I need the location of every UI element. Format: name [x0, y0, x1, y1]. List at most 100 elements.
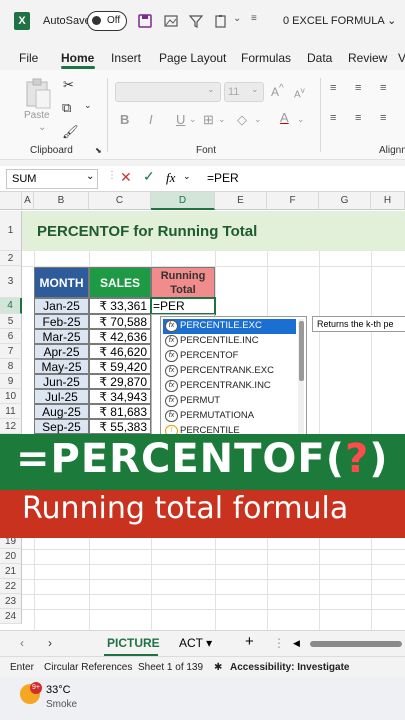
row-header[interactable]: 20	[0, 549, 22, 564]
fill-chevron-icon[interactable]: ⌄	[254, 114, 262, 125]
sheet-tab-picture[interactable]: PICTURE	[107, 636, 160, 650]
autocomplete-item[interactable]: fx PERCENTRANK.EXC	[163, 364, 296, 379]
row-header[interactable]: 11	[0, 404, 22, 419]
save-icon[interactable]	[137, 13, 153, 29]
month-cell[interactable]: Jul-25	[34, 389, 89, 404]
weather-condition[interactable]: Smoke	[46, 699, 77, 710]
formula-autocomplete[interactable]: fx PERCENTILE.EXC fx PERCENTILE.INC fx PERC…	[160, 316, 307, 440]
scroll-left-icon[interactable]: ◀	[293, 638, 300, 649]
row-header[interactable]: 12	[0, 419, 22, 434]
fill-color-icon[interactable]: ◇	[237, 112, 247, 128]
bold-button[interactable]: B	[120, 112, 129, 127]
row-header[interactable]: 22	[0, 579, 22, 594]
tab-file[interactable]: File	[19, 51, 38, 65]
autosave-toggle[interactable]: Off	[87, 11, 127, 31]
autocomplete-item[interactable]: fx PERMUT	[163, 394, 296, 409]
column-header-a[interactable]: A	[22, 192, 34, 210]
copy-icon[interactable]: ⧉	[62, 100, 71, 116]
column-header-d[interactable]: D	[151, 192, 215, 210]
autocomplete-item[interactable]: fx PERCENTILE.EXC	[163, 319, 296, 334]
enter-check-icon[interactable]: ✓	[143, 168, 155, 185]
font-family-chevron-icon[interactable]: ⌄	[207, 84, 215, 95]
font-size-chevron-icon[interactable]: ⌄	[251, 84, 259, 95]
autocomplete-item[interactable]: fx PERCENTRANK.INC	[163, 379, 296, 394]
filter-icon[interactable]	[188, 13, 204, 29]
tab-review[interactable]: Review	[348, 51, 387, 65]
prev-sheet-icon[interactable]: ‹	[20, 636, 24, 650]
paste-special-icon[interactable]	[213, 13, 229, 29]
align-center-icon[interactable]: ≡	[355, 112, 361, 124]
header-month[interactable]: MONTH	[34, 267, 89, 298]
tab-formulas[interactable]: Formulas	[241, 51, 291, 65]
month-cell[interactable]: Aug-25	[34, 404, 89, 419]
formula-input[interactable]: =PER	[207, 171, 239, 185]
tab-insert[interactable]: Insert	[111, 51, 141, 65]
column-header-h[interactable]: H	[371, 192, 405, 210]
row-header[interactable]: 6	[0, 329, 22, 344]
month-cell[interactable]: May-25	[34, 359, 89, 374]
add-sheet-button[interactable]: +	[245, 633, 254, 650]
row-header[interactable]: 3	[0, 266, 22, 298]
clipboard-launcher-icon[interactable]: ⬊	[95, 146, 102, 155]
borders-icon[interactable]: ⊞	[203, 112, 214, 128]
month-cell[interactable]: Jan-25	[34, 298, 89, 314]
select-all-corner[interactable]	[0, 192, 22, 210]
column-header-b[interactable]: B	[34, 192, 89, 210]
more-sheets-icon[interactable]: ⋮	[273, 636, 285, 650]
italic-button[interactable]: I	[149, 112, 153, 127]
month-cell[interactable]: Feb-25	[34, 314, 89, 329]
sales-cell[interactable]: ₹ 33,361	[89, 298, 151, 314]
grow-font-icon[interactable]: A^	[271, 83, 284, 99]
format-painter-icon[interactable]: 🖌	[62, 124, 79, 140]
next-sheet-icon[interactable]: ›	[48, 636, 52, 650]
accessibility-icon[interactable]: ✱	[214, 662, 222, 673]
tab-page-layout[interactable]: Page Layout	[159, 51, 226, 65]
column-header-g[interactable]: G	[319, 192, 371, 210]
active-cell-editor[interactable]: =PER	[150, 297, 216, 315]
row-header[interactable]: 1	[0, 211, 22, 251]
column-header-c[interactable]: C	[89, 192, 151, 210]
font-color-icon[interactable]: A	[280, 110, 289, 125]
sales-cell[interactable]: ₹ 34,943	[89, 389, 151, 404]
underline-chevron-icon[interactable]: ⌄	[189, 114, 197, 125]
autocomplete-scroll-thumb[interactable]	[299, 321, 304, 381]
header-running-total[interactable]: Running Total	[151, 267, 215, 298]
row-header[interactable]: 2	[0, 251, 22, 266]
row-header[interactable]: 9	[0, 374, 22, 389]
status-accessibility[interactable]: Accessibility: Investigate	[230, 662, 350, 673]
month-cell[interactable]: Jun-25	[34, 374, 89, 389]
paste-icon[interactable]	[24, 78, 52, 110]
weather-temperature[interactable]: 33°C	[46, 684, 71, 696]
customize-toolbar-icon[interactable]: ≡	[251, 13, 257, 24]
paste-chevron-icon[interactable]: ⌄	[38, 122, 46, 133]
row-header[interactable]: 5	[0, 314, 22, 329]
status-circular-references[interactable]: Circular References	[44, 662, 132, 673]
align-middle-icon[interactable]: ≡	[355, 82, 361, 94]
sales-cell[interactable]: ₹ 59,420	[89, 359, 151, 374]
autocomplete-item[interactable]: fx PERMUTATIONA	[163, 409, 296, 424]
column-header-f[interactable]: F	[267, 192, 319, 210]
header-sales[interactable]: SALES	[89, 267, 151, 298]
row-header[interactable]: 7	[0, 344, 22, 359]
row-header[interactable]: 21	[0, 564, 22, 579]
image-icon[interactable]	[163, 13, 179, 29]
tab-data[interactable]: Data	[307, 51, 332, 65]
borders-chevron-icon[interactable]: ⌄	[218, 114, 226, 125]
horizontal-scrollbar[interactable]	[310, 641, 402, 647]
name-box-chevron-icon[interactable]: ⌄	[86, 171, 94, 182]
fx-chevron-icon[interactable]: ⌄	[183, 171, 191, 182]
column-header-e[interactable]: E	[215, 192, 267, 210]
name-box[interactable]: SUM	[6, 169, 98, 189]
sheet-tab-act[interactable]: ACT ▾	[179, 636, 212, 650]
align-top-icon[interactable]: ≡	[330, 82, 336, 94]
month-cell[interactable]: Sep-25	[34, 419, 89, 434]
tab-view[interactable]: V	[398, 51, 405, 65]
tab-home[interactable]: Home	[61, 51, 94, 65]
sales-cell[interactable]: ₹ 70,588	[89, 314, 151, 329]
row-header[interactable]: 8	[0, 359, 22, 374]
align-left-icon[interactable]: ≡	[330, 112, 336, 124]
more-options-icon[interactable]: ⋮	[107, 170, 117, 181]
sales-cell[interactable]: ₹ 29,870	[89, 374, 151, 389]
file-name[interactable]: 0 EXCEL FORMULA ⌄	[283, 14, 396, 27]
sales-cell[interactable]: ₹ 81,683	[89, 404, 151, 419]
